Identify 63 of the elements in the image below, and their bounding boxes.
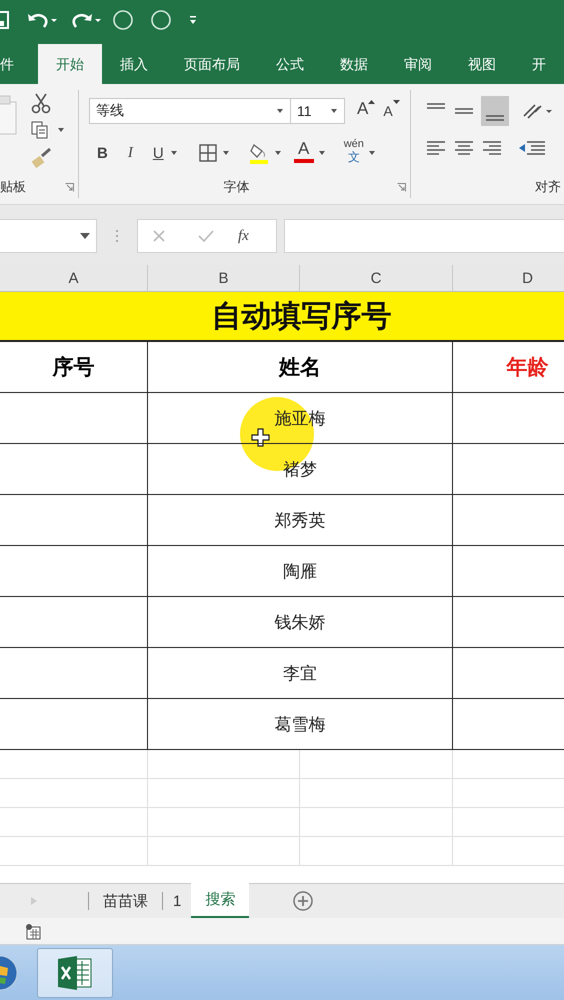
font-color-button[interactable]: A xyxy=(292,139,316,167)
sheet-title: 自动填写序号 xyxy=(0,292,564,342)
column-header[interactable]: C xyxy=(300,265,453,292)
column-heading: 姓名 xyxy=(148,342,453,393)
font-name-field[interactable]: 等线 xyxy=(89,98,291,124)
dropdown-caret-icon[interactable] xyxy=(170,149,178,157)
dropdown-caret-icon[interactable] xyxy=(368,149,376,157)
sheet-tab[interactable]: 苗苗课 xyxy=(89,884,162,918)
shrink-font-button[interactable]: A xyxy=(379,99,404,123)
sheet-tab[interactable]: 1 xyxy=(163,884,192,918)
column-header[interactable]: A xyxy=(0,265,148,292)
column-header[interactable]: D xyxy=(453,265,564,292)
ribbon-tab[interactable]: 视图 xyxy=(450,44,514,84)
customize-toolbar-icon[interactable] xyxy=(188,14,198,26)
up-caret-icon[interactable] xyxy=(368,99,376,105)
group-label: 对齐 xyxy=(535,178,561,196)
circle-icon[interactable] xyxy=(112,9,134,31)
drag-handle-icon[interactable] xyxy=(115,229,119,243)
phonetic-guide-button[interactable]: wén 文 xyxy=(342,138,366,168)
table-cell: 郑秀英 xyxy=(148,495,453,546)
save-icon[interactable] xyxy=(0,10,10,30)
dialog-launcher-icon[interactable] xyxy=(397,182,406,192)
down-caret-icon[interactable] xyxy=(392,99,400,105)
ribbon-tab[interactable]: 插入 xyxy=(102,44,166,84)
ribbon-tab[interactable]: 开 xyxy=(514,44,564,84)
table-cell: 陶雁 xyxy=(148,546,453,597)
dropdown-caret-icon[interactable] xyxy=(222,149,230,157)
scissors-icon[interactable] xyxy=(30,92,52,114)
dropdown-caret-icon[interactable] xyxy=(330,107,338,115)
group-label: 字体 xyxy=(224,178,250,196)
copy-icon[interactable] xyxy=(30,120,66,140)
add-sheet-icon[interactable] xyxy=(292,890,314,912)
dialog-launcher-icon[interactable] xyxy=(65,182,74,192)
table-cell: 葛雪梅 xyxy=(148,699,453,750)
column-header[interactable]: B xyxy=(148,265,300,292)
font-size-field[interactable]: 11 xyxy=(291,98,345,124)
align-bottom-icon[interactable] xyxy=(481,96,509,126)
column-heading: 序号 xyxy=(0,342,148,393)
group-label: 贴板 xyxy=(0,178,26,196)
insert-function-button[interactable]: fx xyxy=(238,228,249,244)
bold-button[interactable]: B xyxy=(93,141,112,165)
dropdown-caret-icon[interactable] xyxy=(276,107,284,115)
ribbon-tab[interactable]: 开始 xyxy=(38,44,102,84)
sheet-tab[interactable]: 搜索 xyxy=(191,883,250,918)
table-cell: 李宜 xyxy=(148,648,453,699)
ribbon-tab[interactable]: 页面布局 xyxy=(166,44,258,84)
circle-icon[interactable] xyxy=(150,9,172,31)
ribbon-tab[interactable]: 数据 xyxy=(322,44,386,84)
dropdown-caret-icon[interactable] xyxy=(80,232,90,240)
ribbon-tab[interactable]: 审阅 xyxy=(386,44,450,84)
ribbon-tab[interactable]: 公式 xyxy=(258,44,322,84)
table-cell: 钱朱娇 xyxy=(148,597,453,648)
grow-font-button[interactable]: A xyxy=(353,99,380,123)
format-painter-icon[interactable] xyxy=(30,146,54,168)
ribbon-tab[interactable]: 件 xyxy=(0,44,38,84)
dropdown-caret-icon[interactable] xyxy=(274,149,282,157)
macro-recorder-icon[interactable] xyxy=(24,922,42,940)
underline-button[interactable]: U xyxy=(148,141,168,165)
column-heading: 年龄 xyxy=(453,342,564,393)
dropdown-caret-icon[interactable] xyxy=(318,149,326,157)
taskbar-button[interactable] xyxy=(37,948,113,998)
formula-input[interactable] xyxy=(284,219,564,253)
italic-button[interactable]: I xyxy=(124,141,137,165)
